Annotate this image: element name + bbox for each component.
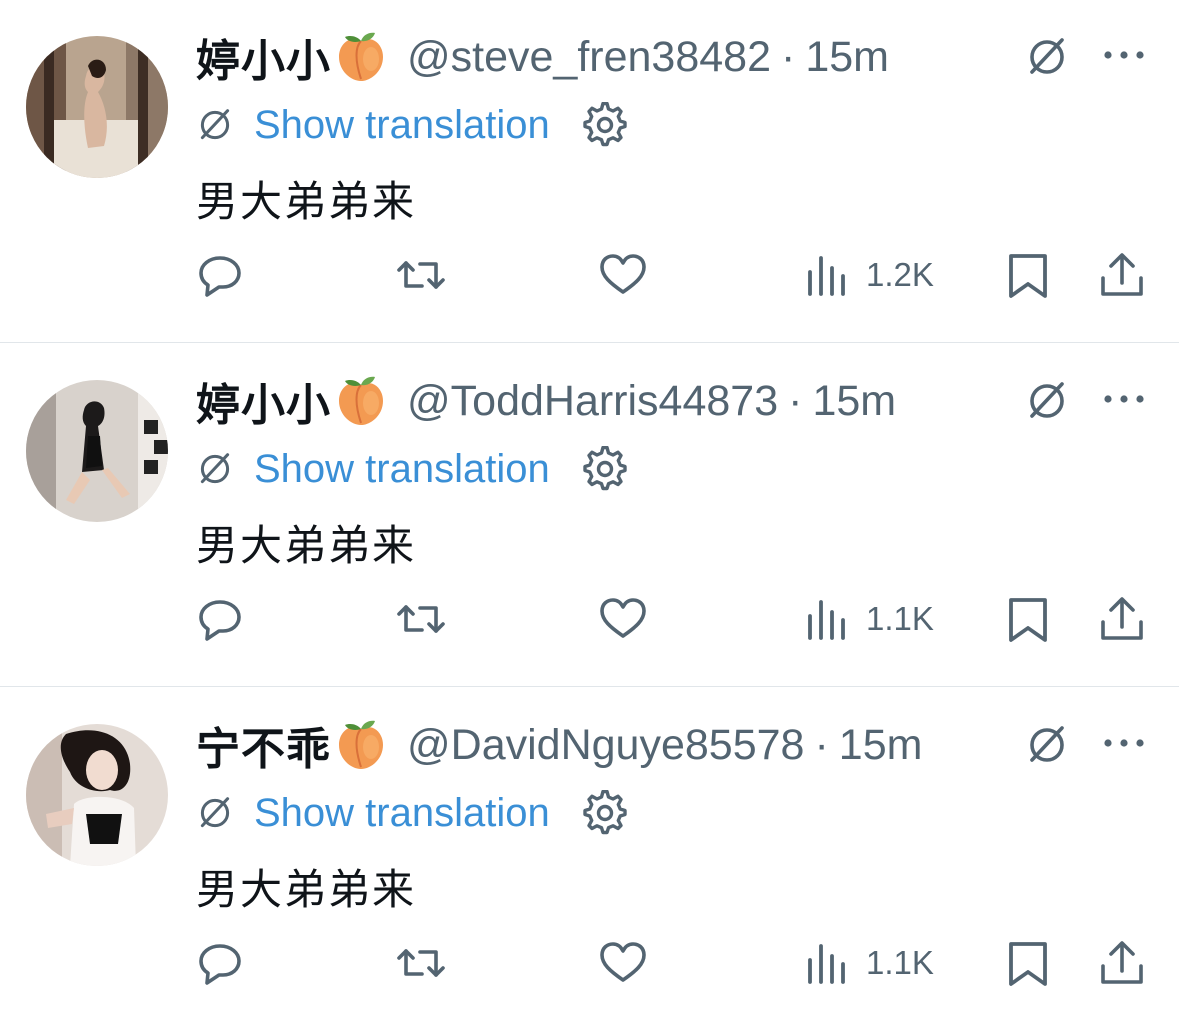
retweet-button[interactable] (396, 938, 446, 988)
tweet-header: 宁不乖 @DavidNguye85578 · 15m (196, 714, 922, 776)
handle[interactable]: @ToddHarris44873 (407, 377, 778, 426)
gear-icon[interactable] (582, 446, 628, 492)
action-bar: 1.2K (0, 250, 1179, 300)
display-name[interactable]: 婷小小 (196, 369, 331, 433)
heart-icon (598, 250, 648, 300)
bookmark-button[interactable] (1003, 594, 1053, 644)
translate-icon[interactable] (1022, 32, 1072, 82)
retweet-icon (396, 250, 446, 300)
translate-icon (194, 104, 236, 146)
reply-button[interactable] (195, 250, 245, 300)
tweet[interactable]: 宁不乖 @DavidNguye85578 · 15m Show translat… (0, 688, 1179, 1032)
translation-row: Show translation (194, 100, 628, 150)
views-button[interactable]: 1.1K (802, 938, 934, 988)
gear-icon[interactable] (582, 790, 628, 836)
reply-button[interactable] (195, 594, 245, 644)
more-icon[interactable] (1102, 735, 1146, 751)
like-button[interactable] (598, 250, 648, 300)
translate-icon (194, 448, 236, 490)
reply-icon (195, 594, 245, 644)
tweet-header: 婷小小 @steve_fren38482 · 15m (196, 26, 889, 88)
reply-icon (195, 250, 245, 300)
more-icon[interactable] (1102, 391, 1146, 407)
views-count: 1.2K (866, 256, 934, 293)
like-button[interactable] (598, 938, 648, 988)
bookmark-button[interactable] (1003, 250, 1053, 300)
action-bar: 1.1K (0, 938, 1179, 988)
share-button[interactable] (1097, 250, 1147, 300)
gear-icon[interactable] (582, 102, 628, 148)
views-button[interactable]: 1.1K (802, 594, 934, 644)
bookmark-icon (1003, 938, 1053, 988)
peach-emoji (333, 373, 389, 429)
heart-icon (598, 594, 648, 644)
bookmark-icon (1003, 594, 1053, 644)
timestamp[interactable]: 15m (805, 33, 889, 82)
share-icon (1097, 594, 1147, 644)
views-button[interactable]: 1.2K (802, 250, 934, 300)
avatar[interactable] (26, 724, 168, 866)
timestamp[interactable]: 15m (839, 721, 923, 770)
translate-icon[interactable] (1022, 376, 1072, 426)
heart-icon (598, 938, 648, 988)
retweet-icon (396, 594, 446, 644)
retweet-button[interactable] (396, 594, 446, 644)
divider (0, 342, 1179, 343)
views-count: 1.1K (866, 944, 934, 981)
translate-icon (194, 792, 236, 834)
views-icon (802, 938, 852, 988)
show-translation-link[interactable]: Show translation (254, 103, 550, 148)
share-icon (1097, 938, 1147, 988)
display-name[interactable]: 婷小小 (196, 25, 331, 89)
tweet[interactable]: 婷小小 @ToddHarris44873 · 15m Show translat… (0, 344, 1179, 688)
separator: · (788, 376, 803, 425)
handle[interactable]: @DavidNguye85578 (407, 721, 804, 770)
bookmark-icon (1003, 250, 1053, 300)
reply-button[interactable] (195, 938, 245, 988)
avatar[interactable] (26, 36, 168, 178)
handle[interactable]: @steve_fren38482 (407, 33, 771, 82)
avatar[interactable] (26, 380, 168, 522)
tweet-text: 男大弟弟来 (196, 521, 417, 570)
action-bar: 1.1K (0, 594, 1179, 644)
divider (0, 686, 1179, 687)
more-icon[interactable] (1102, 47, 1146, 63)
translation-row: Show translation (194, 444, 628, 494)
share-button[interactable] (1097, 938, 1147, 988)
tweet-header: 婷小小 @ToddHarris44873 · 15m (196, 370, 896, 432)
reply-icon (195, 938, 245, 988)
timestamp[interactable]: 15m (812, 377, 896, 426)
separator: · (814, 720, 829, 769)
tweet[interactable]: 婷小小 @steve_fren38482 · 15m Show translat… (0, 0, 1179, 344)
retweet-icon (396, 938, 446, 988)
tweet-text: 男大弟弟来 (196, 177, 417, 226)
share-button[interactable] (1097, 594, 1147, 644)
peach-emoji (333, 717, 389, 773)
share-icon (1097, 250, 1147, 300)
show-translation-link[interactable]: Show translation (254, 791, 550, 836)
bookmark-button[interactable] (1003, 938, 1053, 988)
translate-icon[interactable] (1022, 720, 1072, 770)
separator: · (781, 32, 796, 81)
peach-emoji (333, 29, 389, 85)
translation-row: Show translation (194, 788, 628, 838)
retweet-button[interactable] (396, 250, 446, 300)
views-icon (802, 250, 852, 300)
like-button[interactable] (598, 594, 648, 644)
views-icon (802, 594, 852, 644)
tweet-text: 男大弟弟来 (196, 865, 417, 914)
show-translation-link[interactable]: Show translation (254, 447, 550, 492)
display-name[interactable]: 宁不乖 (196, 713, 331, 777)
views-count: 1.1K (866, 600, 934, 637)
